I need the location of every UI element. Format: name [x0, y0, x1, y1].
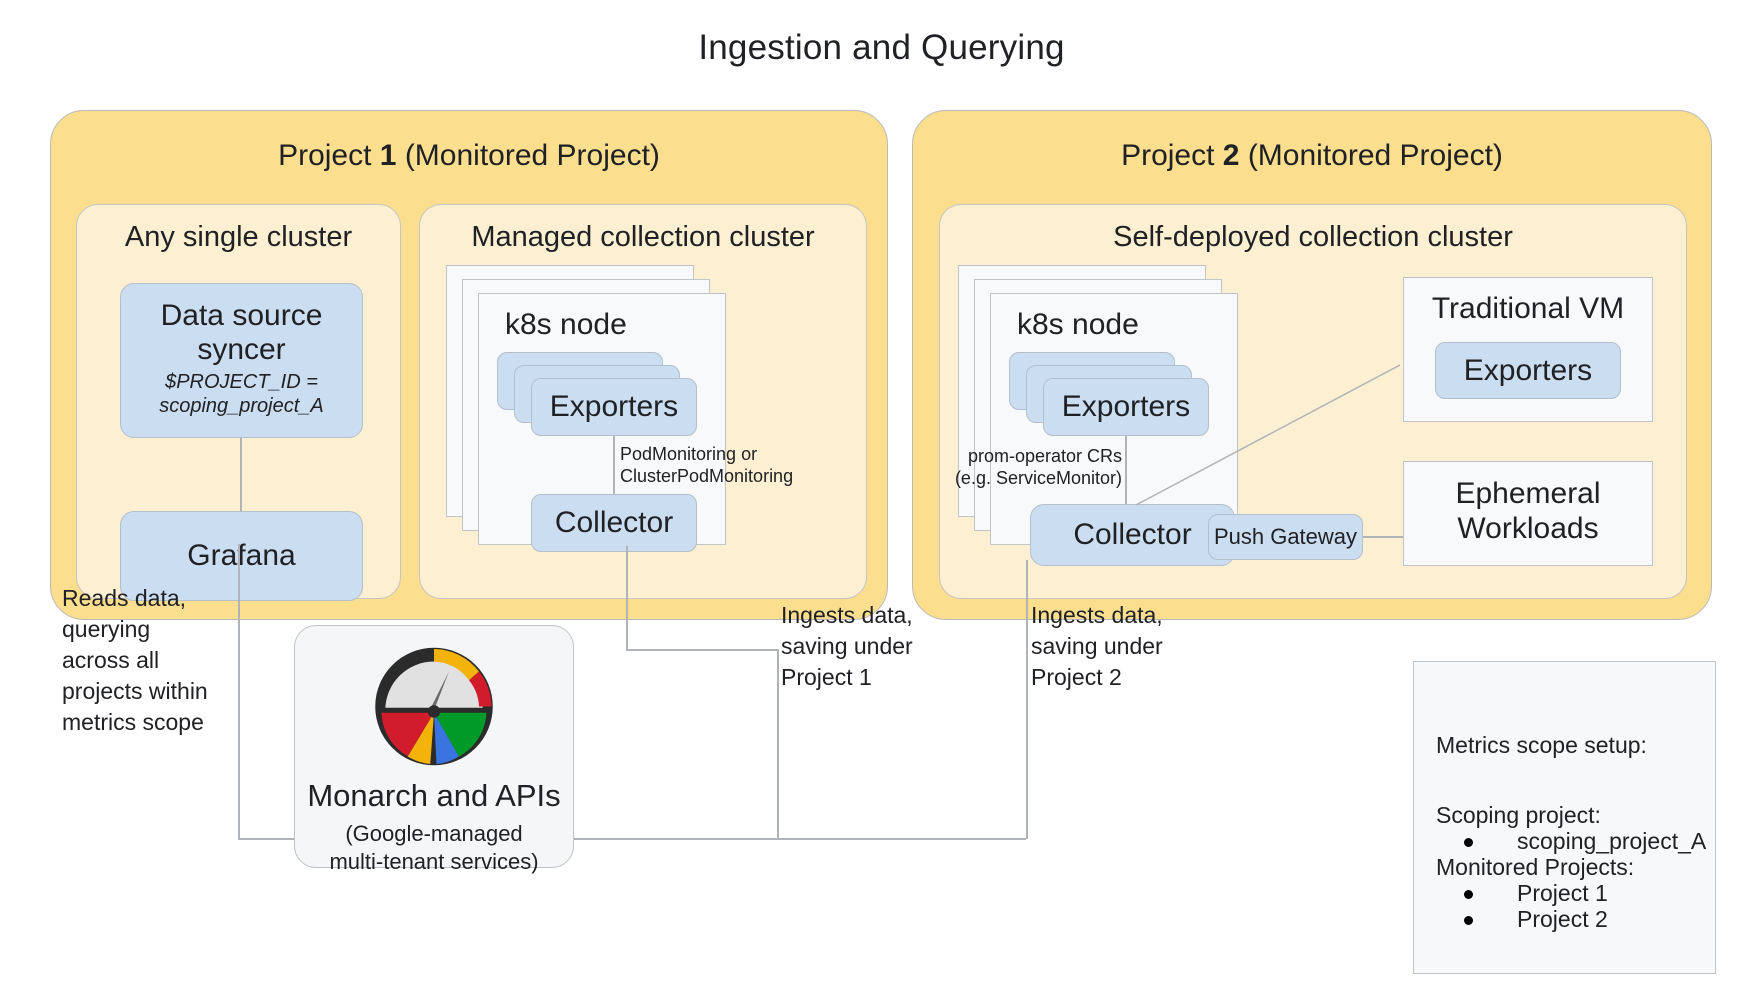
podmonitoring-edge-label: PodMonitoring or ClusterPodMonitoring [620, 444, 794, 487]
vm-exporters-box[interactable]: Exporters [1435, 342, 1621, 399]
data-source-syncer-subtitle: $PROJECT_ID = scoping_project_A [159, 371, 324, 417]
connector-p1-collector-down [626, 546, 628, 650]
monarch-and-apis-node[interactable]: Monarch and APIs (Google-managed multi-t… [294, 625, 574, 874]
connector-p1-to-monarch [573, 838, 778, 840]
exporters-box[interactable]: Exporters [531, 378, 697, 436]
caption-grafana-read: Reads data, querying across all projects… [62, 585, 208, 736]
prom-operator-edge-label: prom-operator CRs (e.g. ServiceMonitor) [954, 446, 1122, 489]
legend-scoping-heading: Scoping project: [1436, 802, 1601, 828]
connector-grafana-down [238, 544, 240, 839]
bullet-dot-icon [1464, 890, 1473, 900]
legend-monitored-item-0: Project 1 [1436, 880, 1608, 907]
connector-pushgateway-ephemeral [1363, 536, 1403, 538]
monarch-gauge-icon [375, 647, 493, 766]
push-gateway-box[interactable]: Push Gateway [1208, 514, 1363, 560]
ephemeral-workloads-title: Ephemeral Workloads [1455, 477, 1601, 546]
project-1-title-number: 1 [379, 139, 397, 172]
connector-p2-to-monarch [777, 838, 1026, 840]
metrics-scope-legend: Metrics scope setup: Scoping project: sc… [1413, 661, 1716, 974]
data-source-syncer-title: Data source syncer [160, 298, 323, 366]
cluster-self-deployed: Self-deployed collection cluster k8s nod… [939, 204, 1687, 599]
legend-scoping-item-0-label: scoping_project_A [1517, 828, 1707, 854]
page-title: Ingestion and Querying [698, 28, 1065, 67]
legend-monitored-item-1: Project 2 [1436, 906, 1608, 933]
connector-p2-collector-down [1026, 560, 1028, 839]
exporters-box[interactable]: Exporters [1043, 378, 1209, 436]
project-2-title-prefix: Project [1121, 139, 1223, 172]
legend-monitored-heading: Monitored Projects: [1436, 854, 1635, 880]
project-1-title-prefix: Project [278, 139, 380, 172]
cluster-managed-collection: Managed collection cluster k8s node Expo… [419, 204, 867, 599]
cluster-any-single-title: Any single cluster [124, 221, 353, 253]
traditional-vm-card: Traditional VM Exporters [1403, 277, 1653, 422]
project-1-title-suffix: (Monitored Project) [396, 139, 660, 172]
k8s-node-card-title: k8s node [1017, 308, 1139, 341]
legend-scoping-item-0: scoping_project_A [1436, 828, 1706, 855]
caption-ingest-project1: Ingests data, saving under Project 1 [781, 602, 913, 691]
monarch-sublabel: (Google-managed multi-tenant services) [329, 821, 539, 875]
connector-exporters-collector [613, 436, 615, 494]
cluster-managed-collection-title: Managed collection cluster [471, 221, 815, 253]
ephemeral-workloads-card: Ephemeral Workloads [1403, 461, 1653, 566]
cluster-self-deployed-title: Self-deployed collection cluster [1113, 221, 1513, 253]
bullet-dot-icon [1464, 838, 1473, 848]
collector-box[interactable]: Collector [1030, 504, 1235, 566]
cluster-any-single: Any single cluster Data source syncer $P… [76, 204, 401, 601]
traditional-vm-title: Traditional VM [1431, 292, 1625, 325]
legend-monitored-item-1-label: Project 2 [1517, 906, 1608, 932]
connector-p1-collector-right [626, 649, 778, 651]
caption-ingest-project2: Ingests data, saving under Project 2 [1031, 602, 1163, 691]
connector-p1-collector-down2 [777, 649, 779, 839]
project-2-title-suffix: (Monitored Project) [1239, 139, 1503, 172]
data-source-syncer-box[interactable]: Data source syncer $PROJECT_ID = scoping… [120, 283, 363, 438]
monarch-label: Monarch and APIs [307, 778, 561, 813]
legend-heading: Metrics scope setup: [1436, 732, 1647, 758]
connector-exporters-collector [1125, 436, 1127, 504]
project-1-panel: Project 1 (Monitored Project) Any single… [50, 110, 888, 620]
project-1-title: Project 1 (Monitored Project) [51, 139, 887, 173]
k8s-node-card-title: k8s node [505, 308, 627, 341]
project-2-title: Project 2 (Monitored Project) [913, 139, 1711, 173]
connector-grafana-to-monarch [238, 838, 300, 840]
project-2-panel: Project 2 (Monitored Project) Self-deplo… [912, 110, 1712, 620]
bullet-dot-icon [1464, 916, 1473, 926]
collector-box[interactable]: Collector [531, 494, 697, 552]
legend-monitored-item-0-label: Project 1 [1517, 880, 1608, 906]
connector-syncer-grafana [240, 438, 242, 511]
project-2-title-number: 2 [1222, 139, 1240, 172]
